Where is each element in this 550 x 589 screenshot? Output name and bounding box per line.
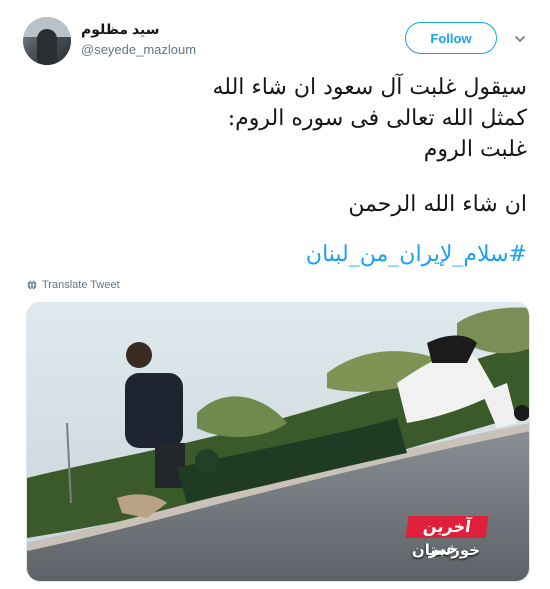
badge-top-text: آخرین خبر — [405, 516, 489, 558]
tweet-line: ان شاء الله الرحمن — [348, 192, 527, 217]
display-name[interactable]: سيد مظلوم — [81, 21, 160, 38]
shoe — [514, 405, 529, 421]
tweet-line: سيقول غلبت آل سعود ان شاء الله — [212, 75, 528, 100]
tweet-text: سيقول غلبت آل سعود ان شاء الله كمثل الله… — [47, 72, 528, 220]
user-handle[interactable]: @seyede_mazloum — [81, 42, 196, 57]
follow-button[interactable]: Follow — [405, 22, 497, 54]
news-badge: آخرین خبر خوزستان — [401, 516, 491, 566]
standing-man — [125, 373, 183, 448]
standing-man-legs — [155, 443, 185, 488]
hashtag-link[interactable]: #سلام_لإيران_من_لبنان — [306, 242, 527, 267]
tweet-line: غلبت الروم — [423, 137, 527, 162]
media-image[interactable]: آخرین خبر خوزستان — [26, 302, 530, 582]
standing-man-head — [126, 342, 152, 368]
avatar-figure — [37, 29, 57, 65]
tweet-spacer — [47, 165, 527, 189]
chevron-down-icon[interactable] — [514, 33, 526, 45]
translate-tweet-link[interactable]: Translate Tweet — [27, 279, 120, 291]
translate-label: Translate Tweet — [42, 279, 120, 291]
soldier-head — [195, 449, 219, 473]
globe-icon — [27, 280, 37, 290]
avatar[interactable] — [23, 17, 71, 65]
tweet-line: كمثل الله تعالى فى سوره الروم: — [227, 106, 527, 131]
